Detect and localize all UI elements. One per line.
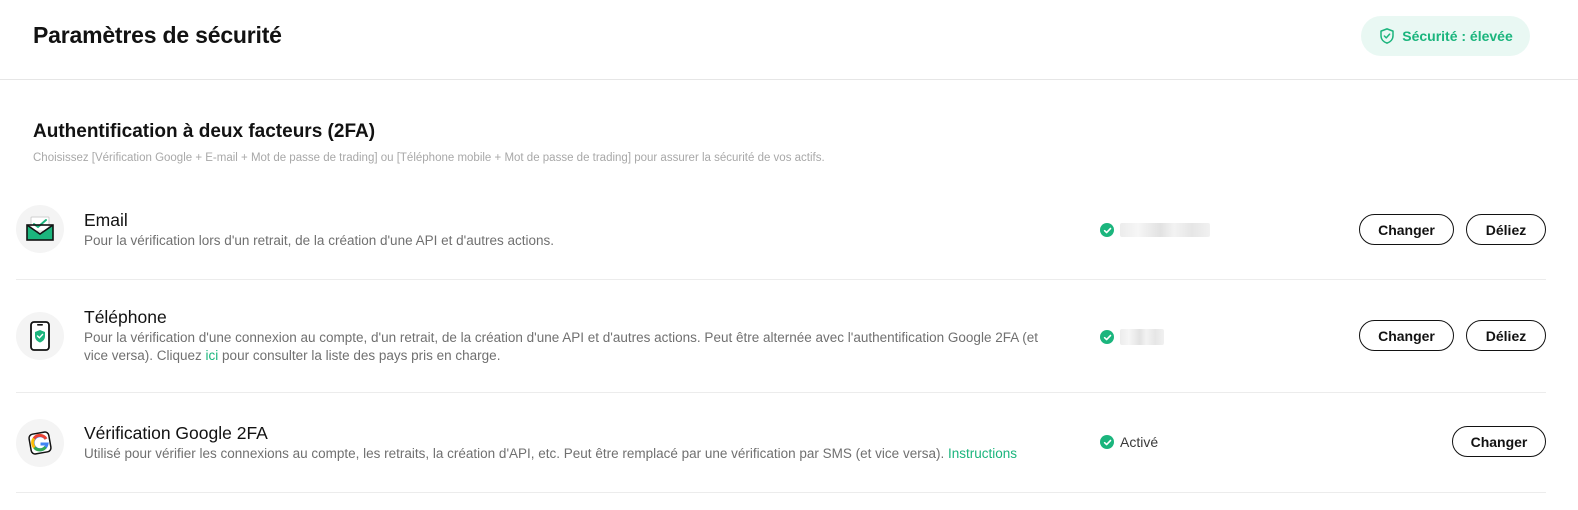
google-2fa-title: Vérification Google 2FA [84, 423, 268, 443]
email-title: Email [84, 210, 128, 230]
change-phone-button[interactable]: Changer [1359, 320, 1454, 351]
envelope-icon [16, 205, 64, 253]
phone-title: Téléphone [84, 307, 167, 327]
unlink-email-button[interactable]: Déliez [1466, 214, 1546, 245]
phone-2fa-row: Téléphone Pour la vérification d'une con… [16, 280, 1546, 393]
supported-countries-link[interactable]: ici [206, 348, 219, 363]
email-2fa-row: Email Pour la vérification lors d'un ret… [16, 184, 1546, 280]
phone-shield-icon [16, 312, 64, 360]
security-level-text: Sécurité : élevée [1402, 28, 1513, 44]
phone-description: Pour la vérification d'une connexion au … [84, 330, 1038, 363]
masked-phone-value [1120, 329, 1164, 345]
instructions-link[interactable]: Instructions [948, 446, 1017, 461]
check-circle-icon [1100, 223, 1114, 237]
change-google-2fa-button[interactable]: Changer [1452, 426, 1546, 457]
google-icon [16, 419, 64, 467]
google-2fa-description: Utilisé pour vérifier les connexions au … [84, 446, 1017, 461]
email-description: Pour la vérification lors d'un retrait, … [84, 233, 554, 248]
change-email-button[interactable]: Changer [1359, 214, 1454, 245]
google-2fa-status: Activé [1100, 434, 1158, 450]
email-status [1100, 223, 1210, 237]
page-header: Paramètres de sécurité Sécurité : élevée [0, 0, 1578, 80]
section-subtitle: Choisissez [Vérification Google + E-mail… [33, 152, 825, 164]
unlink-phone-button[interactable]: Déliez [1466, 320, 1546, 351]
page-title: Paramètres de sécurité [33, 22, 282, 48]
masked-email-value [1120, 223, 1210, 237]
google-2fa-row: Vérification Google 2FA Utilisé pour vér… [16, 393, 1546, 493]
security-level-badge: Sécurité : élevée [1361, 16, 1530, 56]
check-circle-icon [1100, 330, 1114, 344]
shield-check-icon [1378, 27, 1396, 45]
phone-status [1100, 329, 1164, 345]
check-circle-icon [1100, 435, 1114, 449]
google-2fa-status-text: Activé [1120, 434, 1159, 450]
section-title: Authentification à deux facteurs (2FA) [33, 121, 376, 142]
